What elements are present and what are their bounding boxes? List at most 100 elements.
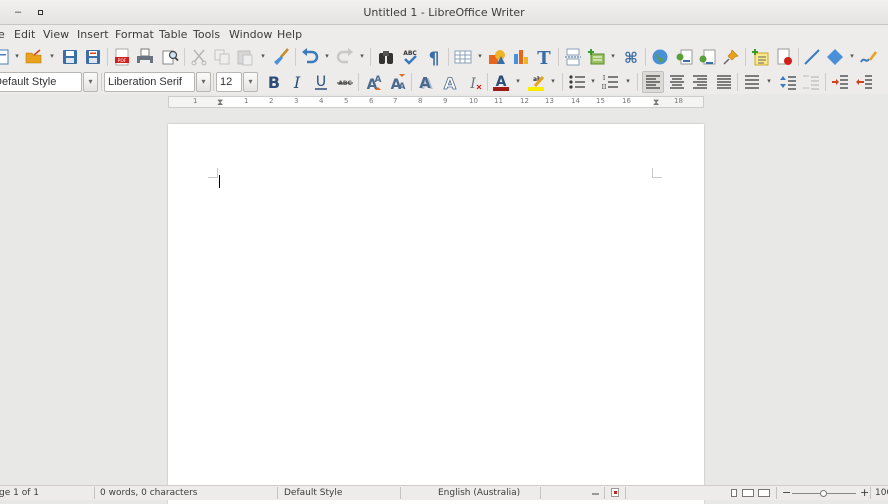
spelling-button[interactable]: ABC bbox=[401, 48, 419, 66]
open-dropdown[interactable]: ▾ bbox=[49, 52, 55, 60]
insert-table-button[interactable] bbox=[454, 48, 472, 66]
insert-comment-button[interactable] bbox=[751, 48, 769, 66]
single-page-view-icon[interactable] bbox=[731, 489, 737, 497]
increase-paragraph-spacing-button[interactable] bbox=[779, 73, 797, 91]
insert-field-dropdown[interactable]: ▾ bbox=[610, 52, 616, 60]
shadow-button[interactable]: AA bbox=[417, 73, 435, 91]
menu-edit[interactable]: Edit bbox=[14, 28, 35, 41]
line-spacing-button[interactable] bbox=[743, 73, 761, 91]
zoom-slider-handle[interactable] bbox=[820, 490, 827, 497]
formatting-marks-button[interactable]: ¶ bbox=[425, 48, 443, 66]
highlighting-button[interactable]: ab bbox=[527, 73, 545, 91]
right-indent-marker[interactable]: ⧗ bbox=[653, 97, 659, 107]
menu-format[interactable]: Format bbox=[115, 28, 154, 41]
cut-button[interactable] bbox=[190, 48, 208, 66]
bold-button[interactable]: B bbox=[265, 73, 283, 91]
line-spacing-dropdown[interactable]: ▾ bbox=[766, 77, 772, 85]
new-dropdown[interactable]: ▾ bbox=[14, 52, 20, 60]
underline-button[interactable]: U bbox=[312, 73, 330, 91]
menu-window[interactable]: Window bbox=[229, 28, 272, 41]
page-style[interactable]: Default Style bbox=[284, 488, 342, 498]
unordered-list-dropdown[interactable]: ▾ bbox=[590, 77, 596, 85]
book-view-icon[interactable] bbox=[758, 489, 770, 497]
undo-dropdown[interactable]: ▾ bbox=[324, 52, 330, 60]
font-color-button[interactable]: A bbox=[492, 73, 510, 91]
increase-indent-button[interactable] bbox=[831, 73, 849, 91]
insert-special-character-button[interactable]: ⌘ bbox=[622, 48, 640, 66]
font-size-dropdown[interactable]: ▾ bbox=[243, 72, 258, 92]
insert-page-break-button[interactable] bbox=[564, 48, 582, 66]
menu-table[interactable]: Table bbox=[159, 28, 187, 41]
zoom-out-button[interactable]: − bbox=[782, 486, 791, 499]
zoom-level[interactable]: 100 bbox=[875, 488, 888, 498]
document-page[interactable] bbox=[168, 124, 704, 504]
ordered-list-button[interactable]: I II bbox=[601, 73, 619, 91]
save-button[interactable] bbox=[61, 48, 79, 66]
subscript-button[interactable]: AA bbox=[389, 73, 407, 91]
clear-formatting-button[interactable]: I bbox=[465, 73, 483, 91]
ordered-list-dropdown[interactable]: ▾ bbox=[625, 77, 631, 85]
print-button[interactable] bbox=[136, 48, 154, 66]
zoom-in-button[interactable]: + bbox=[860, 486, 869, 499]
export-pdf-button[interactable]: PDF bbox=[113, 48, 131, 66]
redo-dropdown[interactable]: ▾ bbox=[359, 52, 365, 60]
insert-mode-icon[interactable] bbox=[592, 490, 599, 495]
font-color-dropdown[interactable]: ▾ bbox=[515, 77, 521, 85]
undo-button[interactable] bbox=[301, 48, 319, 66]
insert-text-box-button[interactable]: T bbox=[535, 48, 553, 66]
document-modified-icon[interactable] bbox=[611, 488, 619, 497]
insert-chart-button[interactable] bbox=[512, 48, 530, 66]
basic-shapes-button[interactable] bbox=[826, 48, 844, 66]
menu-file[interactable]: e bbox=[0, 28, 5, 41]
insert-endnote-button[interactable] bbox=[698, 48, 716, 66]
draw-functions-button[interactable] bbox=[860, 48, 878, 66]
strikethrough-button[interactable]: ABC bbox=[336, 73, 354, 91]
align-center-button[interactable] bbox=[668, 73, 686, 91]
unordered-list-button[interactable] bbox=[568, 73, 586, 91]
horizontal-ruler[interactable]: 1 ⧗ 1 2 3 4 5 6 7 8 9 10 11 12 13 14 15 … bbox=[168, 96, 704, 108]
zoom-slider[interactable] bbox=[792, 490, 856, 497]
paragraph-style-dropdown[interactable]: ▾ bbox=[83, 72, 98, 92]
font-name-dropdown[interactable]: ▾ bbox=[196, 72, 211, 92]
clone-formatting-button[interactable] bbox=[272, 48, 290, 66]
italic-button[interactable]: I bbox=[288, 73, 306, 91]
print-preview-button[interactable] bbox=[161, 48, 179, 66]
superscript-button[interactable]: AA bbox=[365, 73, 383, 91]
insert-hyperlink-button[interactable] bbox=[651, 48, 669, 66]
save-as-button[interactable] bbox=[84, 48, 102, 66]
multi-page-view-icon[interactable] bbox=[742, 489, 754, 497]
copy-button[interactable] bbox=[213, 48, 231, 66]
menu-tools[interactable]: Tools bbox=[193, 28, 220, 41]
font-name-input[interactable]: Liberation Serif bbox=[104, 72, 195, 92]
find-replace-button[interactable] bbox=[377, 48, 395, 66]
paste-dropdown[interactable]: ▾ bbox=[260, 52, 266, 60]
align-right-button[interactable] bbox=[691, 73, 709, 91]
insert-table-dropdown[interactable]: ▾ bbox=[477, 52, 483, 60]
open-button[interactable] bbox=[25, 48, 43, 66]
paste-button[interactable] bbox=[236, 48, 254, 66]
page-count[interactable]: ge 1 of 1 bbox=[0, 488, 39, 498]
decrease-indent-button[interactable] bbox=[855, 73, 873, 91]
insert-line-button[interactable] bbox=[803, 48, 821, 66]
menu-view[interactable]: View bbox=[43, 28, 69, 41]
menu-insert[interactable]: Insert bbox=[77, 28, 109, 41]
redo-button[interactable] bbox=[336, 48, 354, 66]
decrease-paragraph-spacing-button[interactable] bbox=[802, 73, 820, 91]
basic-shapes-dropdown[interactable]: ▾ bbox=[849, 52, 855, 60]
highlighting-dropdown[interactable]: ▾ bbox=[550, 77, 556, 85]
left-indent-marker[interactable]: ⧗ bbox=[217, 97, 223, 107]
insert-bookmark-button[interactable] bbox=[722, 48, 740, 66]
language[interactable]: English (Australia) bbox=[438, 488, 520, 498]
new-document-button[interactable] bbox=[0, 48, 12, 66]
paragraph-style-input[interactable]: Default Style bbox=[0, 72, 82, 92]
align-left-button[interactable] bbox=[642, 71, 664, 93]
track-changes-button[interactable] bbox=[775, 48, 793, 66]
insert-field-button[interactable] bbox=[587, 48, 605, 66]
word-count[interactable]: 0 words, 0 characters bbox=[100, 488, 198, 498]
font-size-input[interactable]: 12 bbox=[216, 72, 242, 92]
insert-image-button[interactable] bbox=[488, 48, 506, 66]
justify-button[interactable] bbox=[715, 73, 733, 91]
outline-button[interactable]: A bbox=[441, 73, 459, 91]
insert-footnote-button[interactable] bbox=[675, 48, 693, 66]
menu-help[interactable]: Help bbox=[277, 28, 302, 41]
